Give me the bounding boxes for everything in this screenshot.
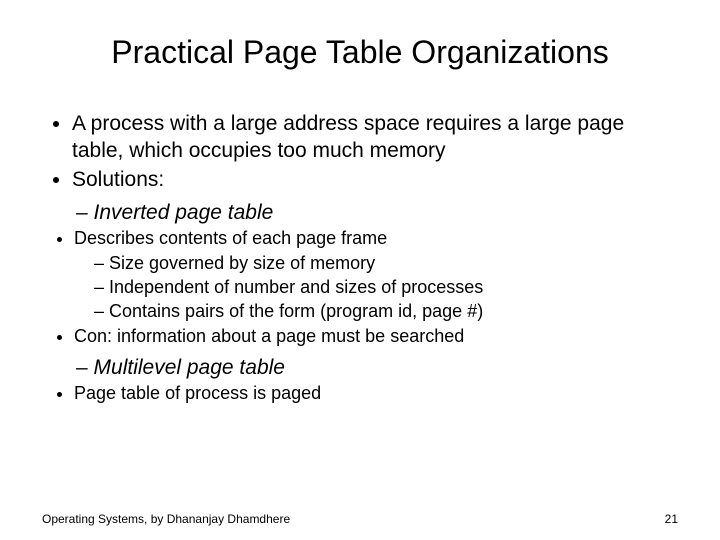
bullet-list-level3: Describes contents of each page frame [42,227,678,250]
bullet-item: Contains pairs of the form (program id, … [94,300,678,323]
bullet-item: Solutions: [72,166,678,193]
bullet-item: Independent of number and sizes of proce… [94,276,678,299]
slide-title: Practical Page Table Organizations [0,0,720,81]
footer: Operating Systems, by Dhananjay Dhamdher… [0,512,720,526]
bullet-list-level2: Multilevel page table [42,354,678,381]
bullet-item: Con: information about a page must be se… [74,325,678,348]
slide: Practical Page Table Organizations A pro… [0,0,720,540]
bullet-list-level2: Inverted page table [42,199,678,226]
bullet-list-level4: Size governed by size of memory Independ… [42,252,678,324]
bullet-list-level1: A process with a large address space req… [42,110,678,193]
bullet-list-level3: Page table of process is paged [42,382,678,405]
bullet-item: Inverted page table [76,199,678,226]
bullet-item: A process with a large address space req… [72,110,678,165]
bullet-item: Multilevel page table [76,354,678,381]
bullet-item: Describes contents of each page frame [74,227,678,250]
slide-content: A process with a large address space req… [0,81,720,406]
footer-source: Operating Systems, by Dhananjay Dhamdher… [42,512,290,526]
page-number: 21 [665,512,678,526]
bullet-item: Size governed by size of memory [94,252,678,275]
bullet-list-level3: Con: information about a page must be se… [42,325,678,348]
bullet-item: Page table of process is paged [74,382,678,405]
